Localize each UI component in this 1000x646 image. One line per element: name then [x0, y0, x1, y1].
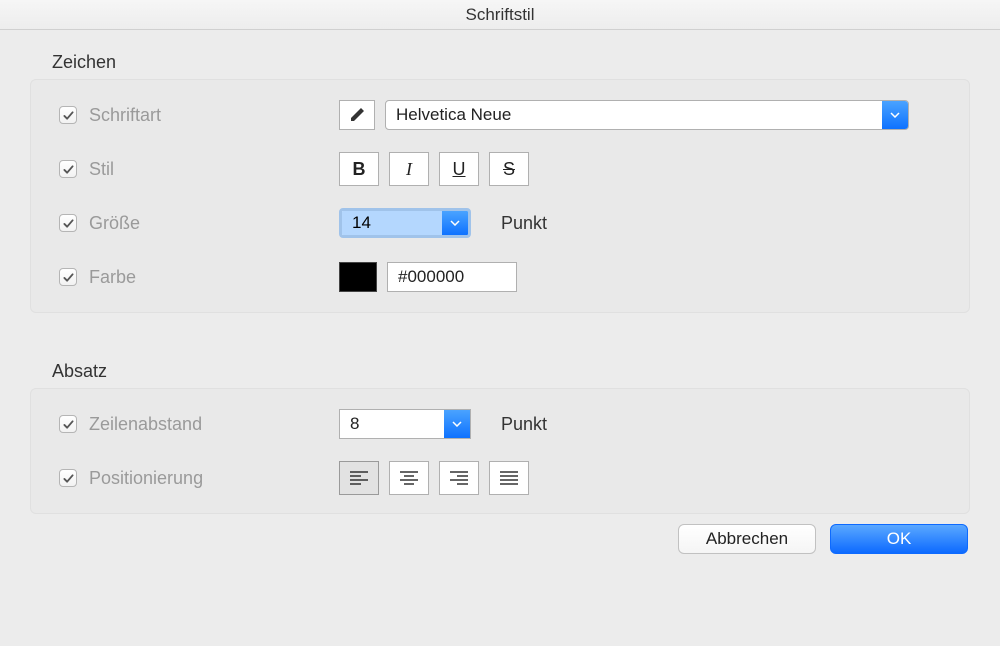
linespacing-value: 8 — [340, 414, 369, 434]
section-paragraph-label: Absatz — [52, 361, 970, 382]
label-positioning: Positionierung — [89, 468, 203, 489]
controls-positioning — [339, 461, 529, 495]
size-select-value: 14 — [342, 211, 442, 235]
align-center-icon — [400, 471, 418, 485]
title-bar: Schriftstil — [0, 0, 1000, 30]
label-size: Größe — [89, 213, 140, 234]
check-icon — [63, 110, 74, 121]
chevron-down-icon — [452, 421, 462, 427]
edit-font-button[interactable] — [339, 100, 375, 130]
chevron-down-icon — [450, 220, 460, 226]
align-left-icon — [350, 471, 368, 485]
controls-size: 14 Punkt — [339, 208, 547, 238]
row-positioning: Positionierung — [59, 461, 941, 495]
checkbox-style[interactable] — [59, 160, 77, 178]
size-select-arrow — [442, 211, 468, 235]
checkbox-font[interactable] — [59, 106, 77, 124]
ok-button[interactable]: OK — [830, 524, 968, 554]
underline-button[interactable]: U — [439, 152, 479, 186]
row-font: Schriftart Helvetica Neue — [59, 98, 941, 132]
section-characters-label: Zeichen — [52, 52, 970, 73]
align-right-icon — [450, 471, 468, 485]
checkbox-color[interactable] — [59, 268, 77, 286]
controls-style: B I U S — [339, 152, 529, 186]
check-icon — [63, 272, 74, 283]
controls-linespacing: 8 Punkt — [339, 409, 547, 439]
label-font: Schriftart — [89, 105, 161, 126]
row-linespacing: Zeilenabstand 8 Punkt — [59, 407, 941, 441]
label-linespacing: Zeilenabstand — [89, 414, 202, 435]
align-center-button[interactable] — [389, 461, 429, 495]
check-icon — [63, 218, 74, 229]
row-label-color: Farbe — [59, 267, 339, 288]
align-left-button[interactable] — [339, 461, 379, 495]
row-size: Größe 14 Punkt — [59, 206, 941, 240]
color-input[interactable] — [387, 262, 517, 292]
button-row: Abbrechen OK — [30, 524, 970, 554]
row-label-style: Stil — [59, 159, 339, 180]
check-icon — [63, 164, 74, 175]
spacer — [30, 313, 970, 361]
window-title: Schriftstil — [466, 5, 535, 25]
size-unit: Punkt — [501, 213, 547, 234]
check-icon — [63, 419, 74, 430]
linespacing-unit: Punkt — [501, 414, 547, 435]
font-select[interactable]: Helvetica Neue — [385, 100, 909, 130]
font-select-value: Helvetica Neue — [386, 105, 521, 125]
checkbox-positioning[interactable] — [59, 469, 77, 487]
row-label-positioning: Positionierung — [59, 468, 339, 489]
chevron-down-icon — [890, 112, 900, 118]
panel-characters: Schriftart Helvetica Neue Stil — [30, 79, 970, 313]
strikethrough-button[interactable]: S — [489, 152, 529, 186]
size-select[interactable]: 14 — [339, 208, 471, 238]
cancel-button[interactable]: Abbrechen — [678, 524, 816, 554]
checkbox-size[interactable] — [59, 214, 77, 232]
color-swatch[interactable] — [339, 262, 377, 292]
linespacing-arrow — [444, 410, 470, 438]
controls-font: Helvetica Neue — [339, 100, 909, 130]
align-right-button[interactable] — [439, 461, 479, 495]
align-justify-icon — [500, 471, 518, 485]
row-style: Stil B I U S — [59, 152, 941, 186]
content: Zeichen Schriftart Helvetica Neue — [0, 30, 1000, 572]
pencil-icon — [349, 107, 365, 123]
checkbox-linespacing[interactable] — [59, 415, 77, 433]
row-label-size: Größe — [59, 213, 339, 234]
check-icon — [63, 473, 74, 484]
align-justify-button[interactable] — [489, 461, 529, 495]
italic-button[interactable]: I — [389, 152, 429, 186]
panel-paragraph: Zeilenabstand 8 Punkt Positionierung — [30, 388, 970, 514]
linespacing-select[interactable]: 8 — [339, 409, 471, 439]
row-label-linespacing: Zeilenabstand — [59, 414, 339, 435]
font-select-arrow — [882, 101, 908, 129]
label-style: Stil — [89, 159, 114, 180]
label-color: Farbe — [89, 267, 136, 288]
row-color: Farbe — [59, 260, 941, 294]
row-label-font: Schriftart — [59, 105, 339, 126]
bold-button[interactable]: B — [339, 152, 379, 186]
controls-color — [339, 262, 517, 292]
